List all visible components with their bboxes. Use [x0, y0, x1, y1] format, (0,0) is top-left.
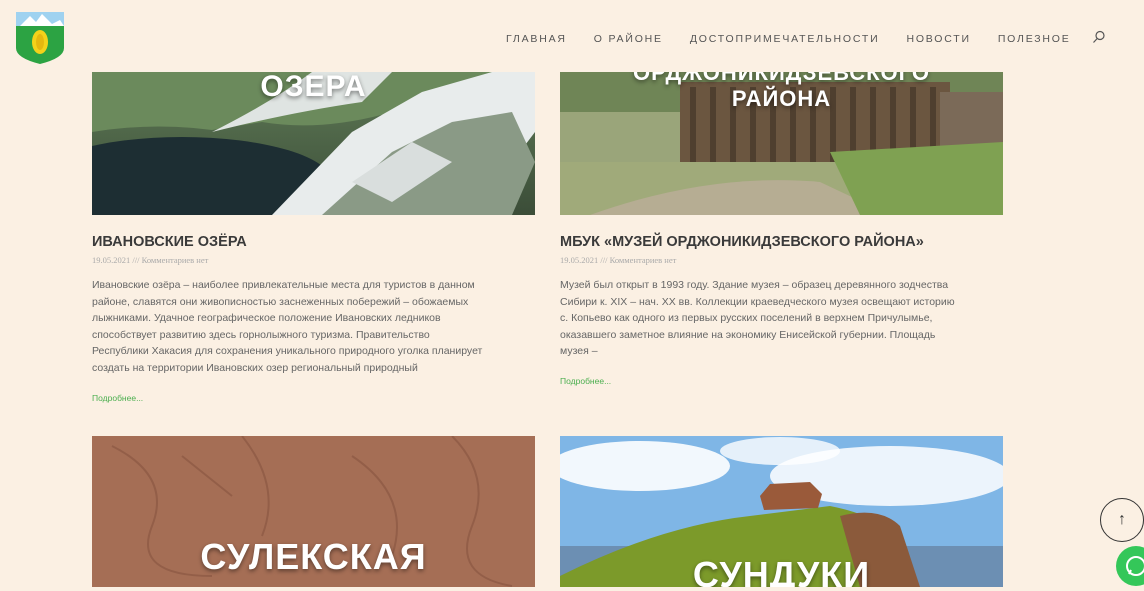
thumbnail-caption-top: ОРДЖОНИКИДЗЕВСКОГО	[633, 72, 930, 85]
excerpt-line: районе, славятся они живописностью засне…	[92, 295, 469, 308]
whatsapp-button[interactable]	[1116, 546, 1144, 586]
post-excerpt: Музей был открыт в 1993 году. Здание муз…	[560, 277, 1020, 360]
thumbnail-caption: СУНДУКИ	[692, 554, 871, 587]
post-title[interactable]: МБУК «МУЗЕЙ ОРДЖОНИКИДЗЕВСКОГО РАЙОНА»	[560, 234, 924, 250]
thumbnail-caption: СУЛЕКСКАЯ	[200, 536, 427, 577]
post-title[interactable]: ИВАНОВСКИЕ ОЗЁРА	[92, 234, 247, 250]
read-more-link[interactable]: Подробнее...	[560, 376, 611, 386]
excerpt-line: Музей был открыт в 1993 году. Здание муз…	[560, 279, 949, 291]
post-meta: 19.05.2021 /// Комментариев нет	[92, 255, 209, 265]
post-meta: 19.05.2021 /// Комментариев нет	[560, 255, 677, 265]
post-thumbnail-sunduki[interactable]: СУНДУКИ	[560, 436, 1003, 587]
excerpt-line: лыжниками. Удачное географическое положе…	[92, 312, 441, 324]
excerpt-line: Сибири к. XIX – нач. XX вв. Коллекции кр…	[560, 295, 955, 308]
nav-item-useful[interactable]: ПОЛЕЗНОЕ	[998, 33, 1071, 45]
post-thumbnail-ivanovskie-ozera[interactable]: ОЗЕРА	[92, 72, 535, 215]
excerpt-line: Ивановские озёра – наиболее привлекатель…	[92, 279, 475, 291]
coat-of-arms-icon	[16, 12, 64, 64]
site-logo[interactable]	[16, 12, 64, 64]
whatsapp-icon	[1126, 556, 1144, 576]
main-nav: ГЛАВНАЯ О РАЙОНЕ ДОСТОПРИМЕЧАТЕЛЬНОСТИ Н…	[506, 30, 1106, 46]
nav-item-home[interactable]: ГЛАВНАЯ	[506, 33, 567, 45]
excerpt-line: Республики Хакасия для сохранения уникал…	[92, 345, 483, 357]
post-excerpt: Ивановские озёра – наиболее привлекатель…	[92, 277, 542, 376]
nav-item-news[interactable]: НОВОСТИ	[906, 33, 970, 45]
excerpt-line: оказавшего заметное влияние на экономику…	[560, 328, 936, 341]
nav-item-sights[interactable]: ДОСТОПРИМЕЧАТЕЛЬНОСТИ	[690, 33, 880, 45]
thumbnail-caption: РАЙОНА	[731, 86, 832, 111]
excerpt-line: музея –	[560, 345, 598, 357]
excerpt-line: способствует развитию здесь горнолыжного…	[92, 328, 430, 341]
excerpt-line: с. Копьево как одного из первых русских …	[560, 312, 933, 324]
arrow-up-icon: ↑	[1118, 511, 1126, 528]
nav-item-about-district[interactable]: О РАЙОНЕ	[594, 33, 663, 45]
post-thumbnail-museum[interactable]: ОРДЖОНИКИДЗЕВСКОГО РАЙОНА	[560, 72, 1003, 215]
read-more-link[interactable]: Подробнее...	[92, 393, 143, 403]
site-header: ГЛАВНАЯ О РАЙОНЕ ДОСТОПРИМЕЧАТЕЛЬНОСТИ Н…	[0, 0, 1144, 72]
thumbnail-caption: ОЗЕРА	[260, 72, 367, 103]
search-icon[interactable]	[1092, 30, 1106, 44]
excerpt-line: создать на территории Ивановских озер ре…	[92, 361, 418, 374]
post-thumbnail-sulekskaya[interactable]: СУЛЕКСКАЯ	[92, 436, 535, 587]
scroll-to-top-button[interactable]: ↑	[1100, 498, 1144, 542]
